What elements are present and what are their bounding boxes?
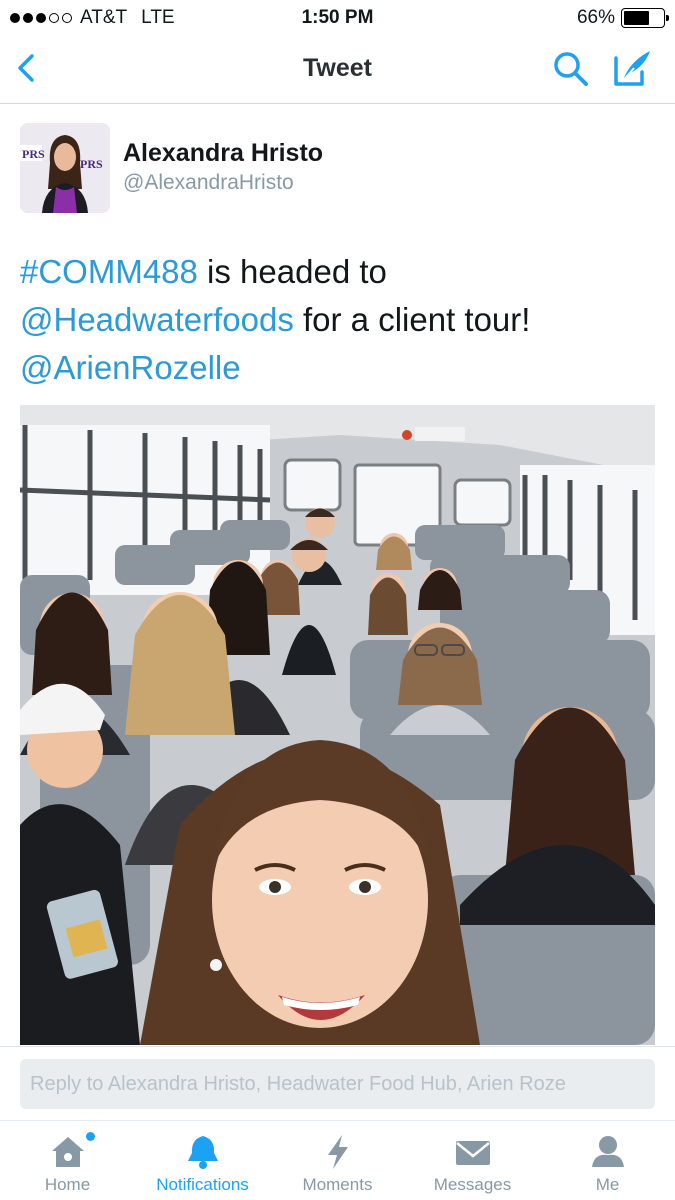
search-icon (554, 52, 588, 86)
tweet-header: PRS PRS Alexandra Hristo @AlexandraHrist… (20, 123, 660, 215)
tab-label: Moments (302, 1175, 373, 1194)
hashtag-link[interactable]: #COMM488 (20, 253, 198, 290)
notification-dot (86, 1132, 95, 1141)
tweet-text: #COMM488 is headed to @Headwaterfoods fo… (20, 248, 660, 392)
tweet-text-part: for a client tour! (293, 301, 531, 338)
group-selfie-photo (20, 405, 655, 1045)
avatar[interactable]: PRS PRS (20, 123, 110, 213)
profile-photo: PRS PRS (20, 123, 110, 213)
tab-label: Notifications (156, 1175, 249, 1194)
status-bar: AT&T LTE 1:50 PM 66% (0, 0, 675, 36)
tab-bar: Home Notifications Moments Messages Me (0, 1120, 675, 1200)
envelope-icon (455, 1141, 490, 1165)
person-icon (591, 1136, 624, 1167)
tab-messages[interactable]: Messages (405, 1121, 540, 1200)
svg-text:PRS: PRS (80, 157, 103, 171)
tab-moments[interactable]: Moments (270, 1121, 405, 1200)
mention-link[interactable]: @Headwaterfoods (20, 301, 294, 338)
author-name[interactable]: Alexandra Hristo (123, 139, 323, 168)
tab-label: Home (44, 1175, 91, 1194)
nav-bar: Tweet (0, 36, 675, 104)
compose-button[interactable] (612, 48, 654, 88)
compose-icon (614, 51, 650, 86)
author-handle[interactable]: @AlexandraHristo (123, 171, 294, 195)
status-right: 66% (576, 7, 669, 29)
tweet-text-part: is headed to (197, 253, 387, 290)
reply-bar (0, 1046, 675, 1120)
tab-label: Messages (433, 1175, 512, 1194)
home-icon (51, 1137, 84, 1167)
tab-me[interactable]: Me (540, 1121, 675, 1200)
svg-text:PRS: PRS (22, 147, 45, 161)
lightning-icon (327, 1135, 348, 1169)
tab-home[interactable]: Home (0, 1121, 135, 1200)
bell-icon (187, 1136, 218, 1169)
status-time: 1:50 PM (301, 7, 374, 28)
reply-input[interactable] (20, 1059, 655, 1109)
tab-notifications[interactable]: Notifications (135, 1121, 270, 1200)
battery-icon (621, 8, 669, 28)
mention-link[interactable]: @ArienRozelle (20, 349, 241, 386)
tweet-photo[interactable] (20, 405, 655, 1045)
search-button[interactable] (552, 50, 590, 88)
tab-label: Me (595, 1175, 620, 1194)
battery-percent: 66% (576, 7, 615, 28)
